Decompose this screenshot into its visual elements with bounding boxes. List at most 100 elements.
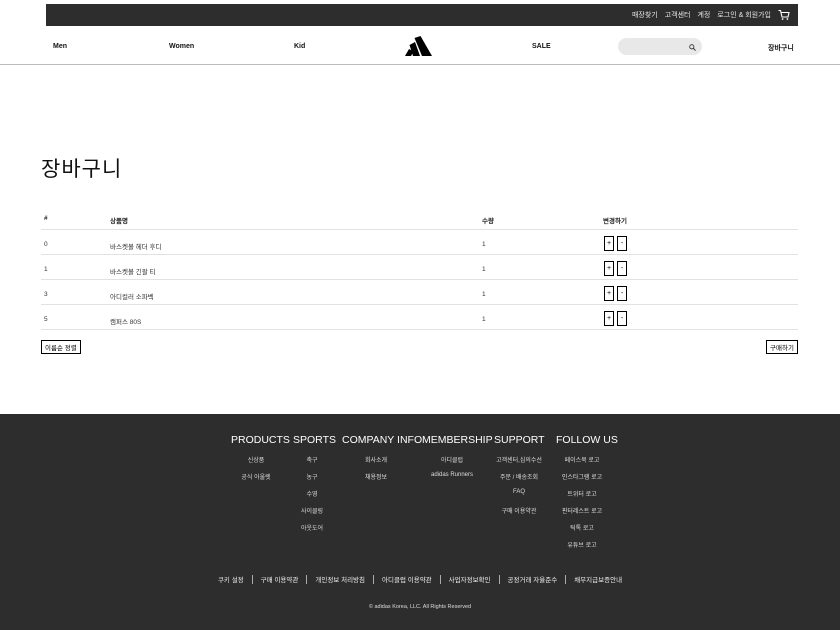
footer-link[interactable]: 트위터 로고 (556, 489, 608, 498)
adidas-logo[interactable] (404, 36, 434, 58)
column-header-index: # (44, 215, 48, 222)
footer-link[interactable]: 구매 이용약관 (494, 506, 544, 515)
quantity-value: 1 (482, 266, 486, 273)
divider (373, 574, 375, 584)
cart-icon[interactable] (778, 9, 790, 21)
login-signup-link[interactable]: 로그인 & 회원가입 (717, 10, 771, 20)
column-header-quantity: 수량 (482, 218, 494, 225)
purchase-button[interactable]: 구매하기 (766, 340, 798, 354)
footer-heading[interactable]: MEMBERSHIP (422, 434, 493, 446)
cookie-settings-link[interactable]: 쿠키 설정 (218, 574, 244, 584)
table-row: 3 아디컬러 소파벡 1 + - (41, 280, 798, 305)
footer-column-company-info: COMPANY INFO 회사소개 채용정보 (342, 434, 422, 481)
row-index: 1 (44, 266, 48, 273)
increase-button[interactable]: + (604, 311, 614, 326)
purchase-terms-link[interactable]: 구매 이용약관 (261, 574, 299, 584)
footer-link[interactable]: 인스타그램 로고 (556, 472, 608, 481)
payment-guarantee-link[interactable]: 채무지급보증안내 (574, 574, 622, 584)
search-input[interactable] (624, 40, 684, 53)
footer-link[interactable]: 유튜브 로고 (556, 540, 608, 549)
search-box (618, 38, 702, 55)
footer-link[interactable]: 공식 아울렛 (231, 472, 281, 481)
quantity-value: 1 (482, 316, 486, 323)
product-name: 바스켓볼 헤더 후디 (110, 244, 162, 251)
increase-button[interactable]: + (604, 261, 614, 276)
table-row: 5 캠퍼스 80S 1 + - (41, 305, 798, 330)
footer-heading[interactable]: SPORTS (293, 434, 336, 446)
footer-column-products: PRODUCTS 신상품 공식 아울렛 (231, 434, 290, 481)
nav-sale[interactable]: SALE (532, 43, 551, 50)
footer-link[interactable]: 아웃도어 (293, 523, 331, 532)
footer-link[interactable]: 축구 (293, 455, 331, 464)
quantity-controls: + - (604, 236, 627, 251)
increase-button[interactable]: + (604, 236, 614, 251)
footer-link[interactable]: 페이스북 로고 (556, 455, 608, 464)
copyright-text: © adidas Korea, LLC. All Rights Reserved (368, 604, 472, 610)
footer-link[interactable]: 틱톡 로고 (556, 523, 608, 532)
store-locator-link[interactable]: 매장찾기 (632, 10, 658, 20)
row-index: 5 (44, 316, 48, 323)
adiclub-terms-link[interactable]: 아디클럽 이용약관 (382, 574, 432, 584)
quantity-controls: + - (604, 286, 627, 301)
legal-links: 쿠키 설정 구매 이용약관 개인정보 처리방침 아디클럽 이용약관 사업자정보확… (0, 574, 840, 584)
table-row: 0 바스켓볼 헤더 후디 1 + - (41, 230, 798, 255)
column-header-product: 상품명 (110, 218, 128, 225)
footer-link[interactable]: 아디클럽 (422, 455, 482, 464)
business-info-link[interactable]: 사업자정보확인 (449, 574, 491, 584)
divider (251, 574, 253, 584)
footer-column-membership: MEMBERSHIP 아디클럽 adidas Runners (422, 434, 493, 480)
decrease-button[interactable]: - (617, 286, 627, 301)
sort-by-name-button[interactable]: 이름순 정렬 (41, 340, 81, 354)
footer-link[interactable]: 고객센터,심의수선 (494, 455, 544, 464)
divider (439, 574, 441, 584)
row-index: 0 (44, 241, 48, 248)
nav-cart[interactable]: 장바구니 (768, 43, 794, 53)
row-index: 3 (44, 291, 48, 298)
quantity-controls: + - (604, 261, 627, 276)
footer: PRODUCTS 신상품 공식 아울렛 SPORTS 축구 농구 수영 사이클링… (0, 414, 840, 630)
divider (498, 574, 500, 584)
footer-heading[interactable]: COMPANY INFO (342, 434, 422, 446)
footer-link[interactable]: FAQ (494, 489, 544, 497)
footer-heading[interactable]: FOLLOW US (556, 434, 618, 446)
product-name: 아디컬러 소파벡 (110, 294, 154, 301)
utility-bar: 매장찾기 고객센터 계정 로그인 & 회원가입 (46, 4, 798, 26)
footer-link[interactable]: adidas Runners (422, 472, 482, 480)
footer-column-sports: SPORTS 축구 농구 수영 사이클링 아웃도어 (293, 434, 336, 532)
search-icon[interactable] (689, 38, 696, 56)
nav-kid[interactable]: Kid (294, 43, 305, 50)
footer-link[interactable]: 사이클링 (293, 506, 331, 515)
footer-link[interactable]: 수영 (293, 489, 331, 498)
quantity-value: 1 (482, 291, 486, 298)
nav-women[interactable]: Women (169, 43, 194, 50)
table-row: 1 바스켓볼 긴팔 티 1 + - (41, 255, 798, 280)
footer-link[interactable]: 신상품 (231, 455, 281, 464)
column-header-edit: 변경하기 (603, 218, 627, 225)
increase-button[interactable]: + (604, 286, 614, 301)
divider (306, 574, 308, 584)
cart-table-header: # 상품명 수량 변경하기 (41, 205, 798, 230)
account-link[interactable]: 계정 (697, 10, 710, 20)
footer-link[interactable]: 핀터레스트 로고 (556, 506, 608, 515)
divider (565, 574, 567, 584)
footer-link[interactable]: 주문 / 배송조회 (494, 472, 544, 481)
footer-column-support: SUPPORT 고객센터,심의수선 주문 / 배송조회 FAQ 구매 이용약관 (494, 434, 545, 515)
customer-center-link[interactable]: 고객센터 (665, 10, 691, 20)
privacy-policy-link[interactable]: 개인정보 처리방침 (315, 574, 365, 584)
fair-trade-link[interactable]: 공정거래 자율준수 (508, 574, 558, 584)
decrease-button[interactable]: - (617, 261, 627, 276)
footer-link[interactable]: 회사소개 (342, 455, 410, 464)
cart-table: # 상품명 수량 변경하기 0 바스켓볼 헤더 후디 1 + - 1 바스켓볼 … (41, 205, 798, 330)
nav-men[interactable]: Men (53, 43, 67, 50)
footer-heading[interactable]: SUPPORT (494, 434, 545, 446)
utility-bar-wrapper: 매장찾기 고객센터 계정 로그인 & 회원가입 (0, 0, 840, 30)
product-name: 바스켓볼 긴팔 티 (110, 269, 156, 276)
quantity-controls: + - (604, 311, 627, 326)
decrease-button[interactable]: - (617, 311, 627, 326)
footer-heading[interactable]: PRODUCTS (231, 434, 290, 446)
footer-link[interactable]: 채용정보 (342, 472, 410, 481)
footer-link[interactable]: 농구 (293, 472, 331, 481)
decrease-button[interactable]: - (617, 236, 627, 251)
product-name: 캠퍼스 80S (110, 319, 142, 326)
page-title: 장바구니 (41, 158, 123, 181)
